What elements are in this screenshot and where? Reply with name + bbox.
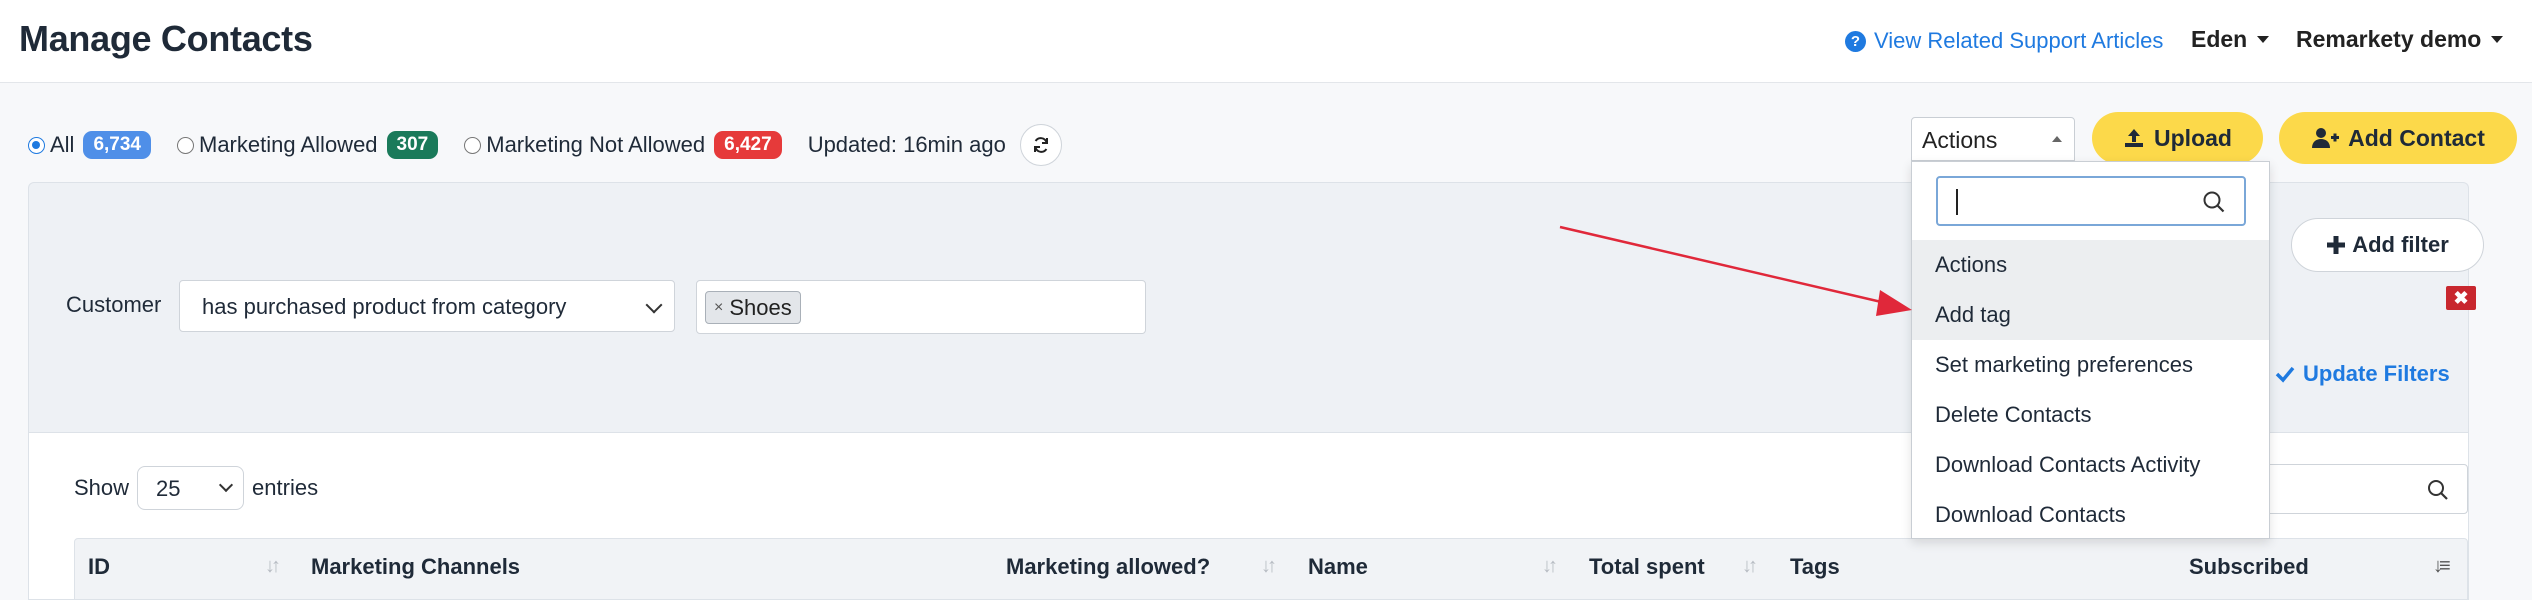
- dropdown-item-actions[interactable]: Actions: [1912, 240, 2269, 290]
- page-title: Manage Contacts: [19, 18, 313, 59]
- user-name: Eden: [2191, 26, 2248, 52]
- actions-select-value: Actions: [1922, 127, 1998, 153]
- column-header-total-spent[interactable]: Total spent: [1589, 554, 1705, 580]
- column-header-subscribed[interactable]: Subscribed: [2189, 554, 2309, 580]
- add-contact-label: Add Contact: [2348, 124, 2485, 151]
- radio-marketing-not-allowed[interactable]: [464, 136, 482, 154]
- text-cursor: [1956, 189, 1958, 215]
- count-badge-marketing-not-allowed: 6,427: [714, 131, 782, 159]
- dropdown-item-delete-contacts[interactable]: Delete Contacts: [1912, 390, 2269, 440]
- actions-dropdown-search-input[interactable]: [1936, 176, 2246, 226]
- sort-icon[interactable]: ↓↑: [265, 555, 281, 578]
- dropdown-item-add-tag[interactable]: Add tag: [1912, 290, 2269, 340]
- column-header-marketing-channels[interactable]: Marketing Channels: [311, 554, 520, 580]
- search-icon: [2428, 480, 2448, 500]
- caret-up-icon: [2052, 136, 2062, 142]
- update-filters-label: Update Filters: [2303, 361, 2450, 386]
- segment-marketing-allowed-label: Marketing Allowed: [199, 132, 378, 157]
- actions-dropdown-menu: Actions Add tag Set marketing preference…: [1911, 161, 2270, 539]
- filter-condition-select[interactable]: has purchased product from category: [179, 280, 675, 332]
- radio-marketing-allowed[interactable]: [177, 136, 194, 154]
- table-header: ID ↓↑ Marketing Channels Marketing allow…: [74, 538, 2468, 600]
- count-badge-all: 6,734: [83, 131, 151, 159]
- segment-marketing-not-allowed[interactable]: Marketing Not Allowed 6,427: [464, 131, 782, 159]
- dropdown-item-set-marketing-preferences[interactable]: Set marketing preferences: [1912, 340, 2269, 390]
- dropdown-item-download-contacts-activity[interactable]: Download Contacts Activity: [1912, 440, 2269, 490]
- segment-marketing-not-allowed-label: Marketing Not Allowed: [486, 132, 706, 157]
- tag-chip-label: Shoes: [729, 294, 792, 320]
- update-filters-link[interactable]: Update Filters: [2275, 361, 2450, 387]
- tag-chip: × Shoes: [705, 291, 801, 324]
- account-name: Remarkety demo: [2296, 26, 2482, 52]
- radio-all[interactable]: [28, 136, 45, 154]
- check-icon: [2275, 366, 2295, 383]
- actions-select[interactable]: Actions: [1911, 117, 2075, 161]
- add-contact-button[interactable]: Add Contact: [2279, 112, 2517, 164]
- sort-icon[interactable]: ↓↑: [1542, 555, 1558, 578]
- entries-length-control: Show 25 entries: [74, 466, 318, 510]
- caret-down-icon: [2257, 36, 2270, 43]
- refresh-icon: [1033, 137, 1048, 153]
- segment-all[interactable]: All 6,734: [28, 131, 151, 159]
- count-badge-marketing-allowed: 307: [386, 131, 439, 159]
- support-link-label: View Related Support Articles: [1874, 28, 2164, 53]
- plus-icon: [2327, 236, 2346, 254]
- help-icon: ?: [1845, 30, 1866, 52]
- sort-desc-icon[interactable]: ↓≡: [2433, 555, 2451, 578]
- search-icon: [2203, 191, 2225, 213]
- sort-icon[interactable]: ↓↑: [1261, 555, 1277, 578]
- filter-value-input[interactable]: × Shoes: [696, 280, 1146, 334]
- segment-filter-row: All 6,734 Marketing Allowed 307 Marketin…: [28, 124, 1062, 166]
- add-user-icon: [2312, 128, 2340, 148]
- column-header-name[interactable]: Name: [1308, 554, 1368, 580]
- sort-icon[interactable]: ↓↑: [1742, 555, 1758, 578]
- upload-label: Upload: [2154, 124, 2232, 151]
- account-menu[interactable]: Remarkety demo: [2296, 26, 2504, 53]
- column-header-id[interactable]: ID: [88, 554, 110, 580]
- chevron-down-icon: [218, 477, 234, 493]
- entries-label: entries: [252, 475, 319, 500]
- add-filter-label: Add filter: [2352, 232, 2449, 257]
- chevron-down-icon: [645, 296, 663, 314]
- updated-timestamp: Updated: 16min ago: [807, 132, 1006, 157]
- support-articles-link[interactable]: ? View Related Support Articles: [1845, 28, 2163, 54]
- segment-all-label: All: [50, 132, 75, 157]
- caret-down-icon: [2491, 36, 2504, 43]
- top-header: Manage Contacts ? View Related Support A…: [0, 0, 2532, 83]
- remove-filter-button[interactable]: ✖: [2446, 286, 2476, 310]
- dropdown-item-download-contacts[interactable]: Download Contacts: [1912, 490, 2269, 540]
- column-header-tags[interactable]: Tags: [1790, 554, 1840, 580]
- column-header-marketing-allowed[interactable]: Marketing allowed?: [1006, 554, 1210, 580]
- segment-marketing-allowed[interactable]: Marketing Allowed 307: [177, 131, 439, 159]
- table-search-input[interactable]: [2240, 464, 2468, 514]
- show-label: Show: [74, 475, 130, 500]
- entries-per-page-select[interactable]: 25: [137, 466, 245, 510]
- upload-icon: [2125, 129, 2144, 147]
- remove-tag-icon[interactable]: ×: [714, 299, 723, 317]
- user-menu[interactable]: Eden: [2191, 26, 2270, 53]
- entries-per-page-value: 25: [156, 476, 181, 501]
- close-icon: ✖: [2453, 287, 2469, 308]
- filter-condition-value: has purchased product from category: [202, 294, 567, 319]
- filter-field-label: Customer: [66, 292, 162, 317]
- upload-button[interactable]: Upload: [2092, 112, 2263, 164]
- refresh-button[interactable]: [1019, 124, 1062, 166]
- add-filter-button[interactable]: Add filter: [2291, 218, 2484, 272]
